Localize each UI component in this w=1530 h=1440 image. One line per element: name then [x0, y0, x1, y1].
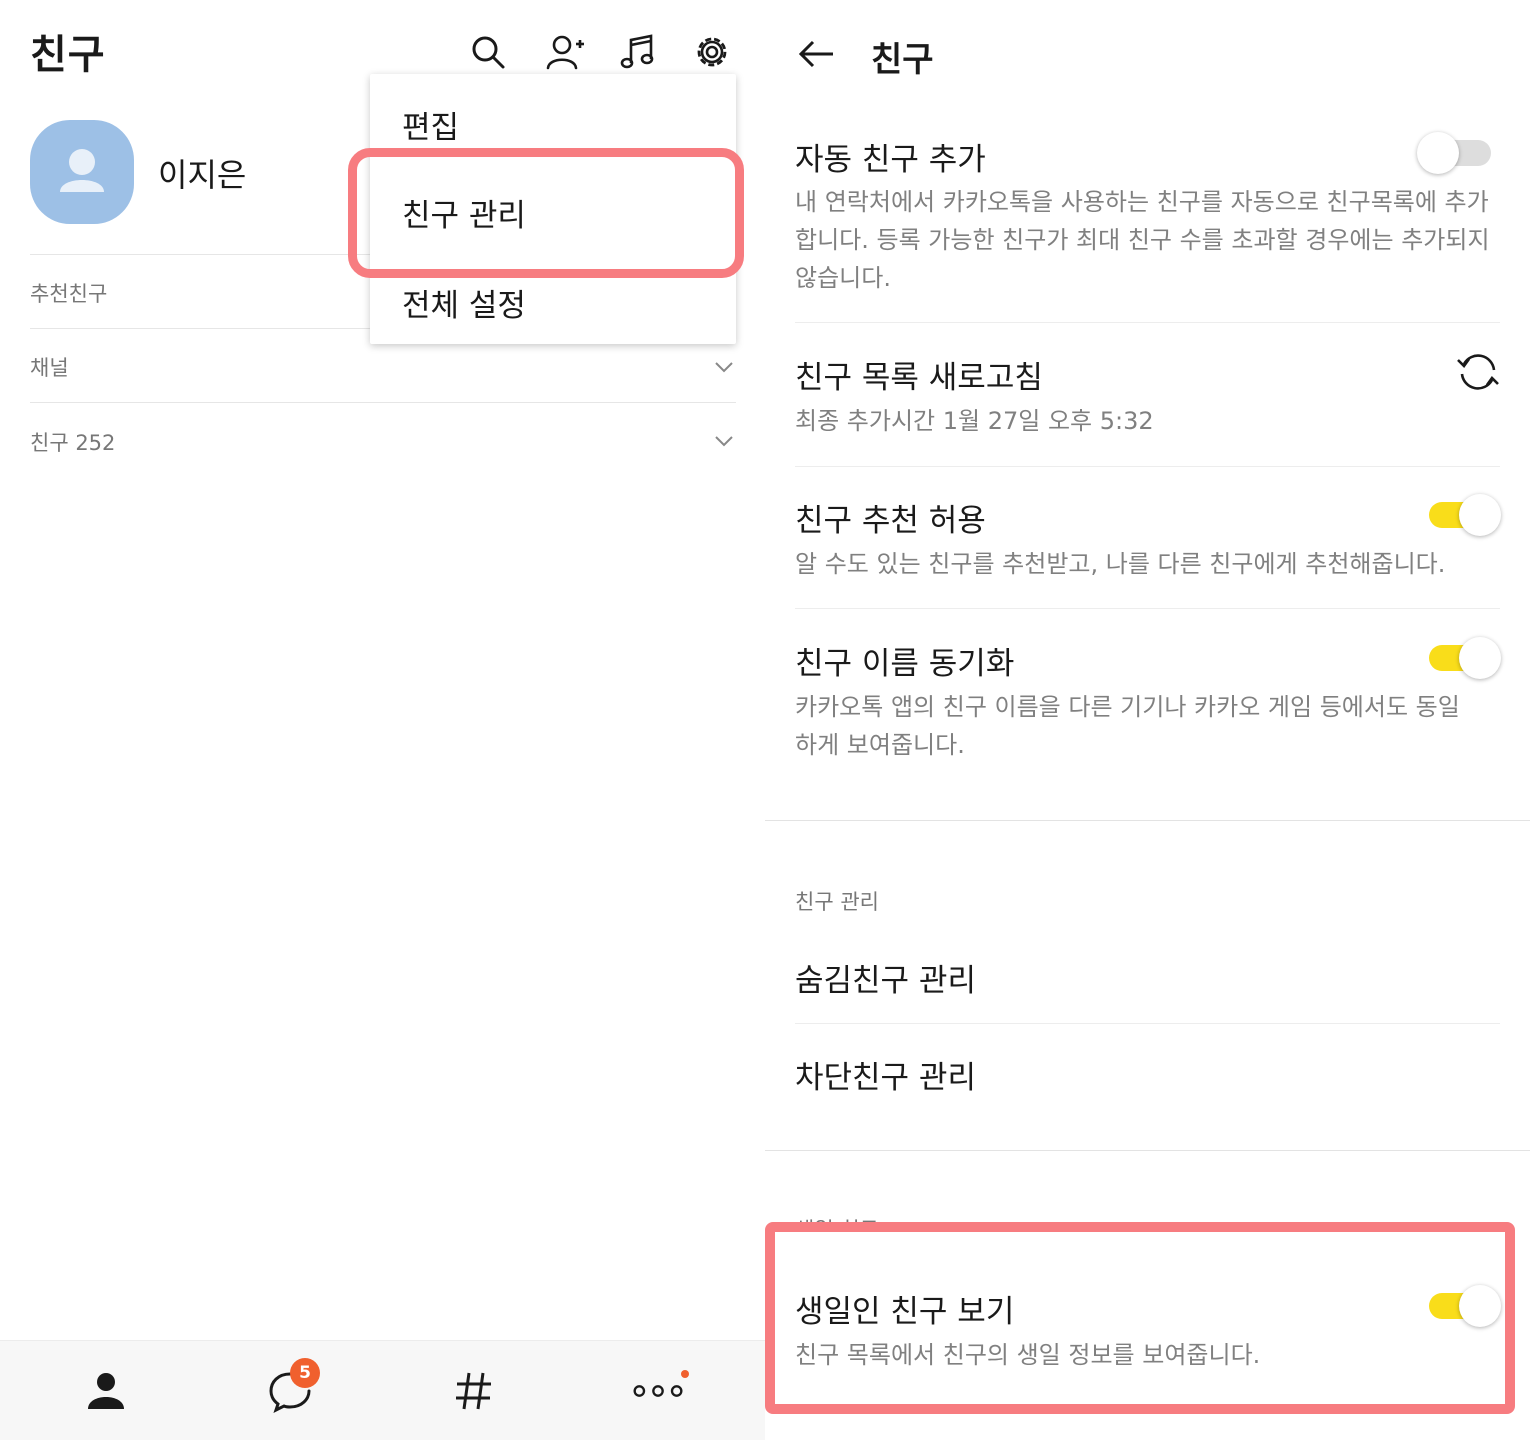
- add-friend-icon[interactable]: [543, 30, 587, 74]
- name-sync-desc: 카카오톡 앱의 친구 이름을 다른 기기나 카카오 게임 등에서도 동일하게 보…: [795, 693, 1460, 759]
- notification-dot: [681, 1370, 689, 1378]
- page-title: 친구: [30, 32, 106, 78]
- refresh-desc: 최종 추가시간 1월 27일 오후 5:32: [795, 407, 1154, 435]
- refresh-title[interactable]: 친구 목록 새로고침: [795, 352, 1043, 397]
- divider: [795, 1023, 1500, 1024]
- divider: [30, 402, 736, 403]
- highlight-box: [348, 148, 744, 278]
- bottom-nav: 5: [0, 1340, 765, 1440]
- section-friends[interactable]: 친구 252: [30, 427, 115, 457]
- name-sync-title: 친구 이름 동기화: [795, 646, 1015, 682]
- highlight-box: [765, 1222, 1515, 1414]
- recommend-desc: 알 수도 있는 친구를 추천받고, 나를 다른 친구에게 추천해줍니다.: [795, 550, 1446, 578]
- gear-icon[interactable]: [690, 30, 734, 74]
- manage-section-label: 친구 관리: [795, 890, 879, 914]
- more-dots-icon[interactable]: [628, 1361, 688, 1421]
- back-arrow-icon[interactable]: [795, 32, 839, 76]
- friends-settings-screen: 친구 자동 친구 추가 내 연락처에서 카카오톡을 사용하는 친구를 자동으로 …: [765, 0, 1530, 1440]
- auto-add-desc: 내 연락처에서 카카오톡을 사용하는 친구를 자동으로 친구목록에 추가합니다.…: [795, 188, 1490, 292]
- chevron-down-icon[interactable]: [713, 356, 735, 378]
- section-divider: [765, 820, 1530, 821]
- person-icon[interactable]: [76, 1361, 136, 1421]
- profile-name: 이지은: [158, 156, 247, 194]
- page-title: 친구: [871, 40, 934, 80]
- search-icon[interactable]: [466, 30, 510, 74]
- chevron-down-icon[interactable]: [713, 430, 735, 452]
- section-recommended[interactable]: 추천친구: [30, 278, 107, 308]
- refresh-icon[interactable]: [1456, 350, 1500, 394]
- auto-add-toggle[interactable]: [1417, 132, 1495, 174]
- divider: [795, 322, 1500, 323]
- divider: [795, 466, 1500, 467]
- auto-add-title: 자동 친구 추가: [795, 142, 986, 178]
- chat-badge: 5: [290, 1358, 320, 1388]
- menu-item-all-settings[interactable]: 전체 설정: [402, 280, 526, 325]
- recommend-title: 친구 추천 허용: [795, 503, 986, 539]
- hashtag-icon[interactable]: [444, 1361, 504, 1421]
- section-channel[interactable]: 채널: [30, 352, 69, 382]
- divider: [795, 608, 1500, 609]
- friends-tab-screen: 친구 이지은 추천친구 채널 친구 252 편집 친구 관리 전체 설정 5: [0, 0, 765, 1440]
- hidden-friends-item[interactable]: 숨김친구 관리: [795, 955, 976, 1000]
- section-divider: [765, 1150, 1530, 1151]
- blocked-friends-item[interactable]: 차단친구 관리: [795, 1052, 976, 1097]
- name-sync-toggle[interactable]: [1429, 637, 1501, 679]
- music-icon[interactable]: [616, 30, 660, 74]
- menu-item-edit[interactable]: 편집: [402, 102, 459, 147]
- recommend-toggle[interactable]: [1429, 494, 1501, 536]
- avatar: [30, 120, 134, 224]
